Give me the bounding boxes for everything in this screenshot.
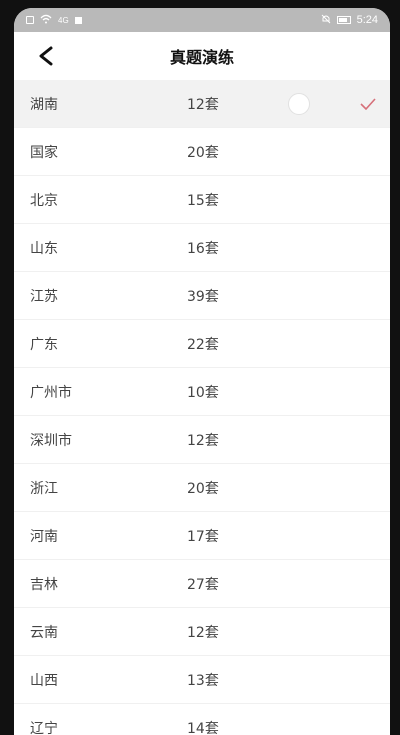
phone-screen: 4G 5:24 真题演练 湖南 12套 国家 20套 北京 15套 山东 16套 江苏 39套 广东…	[14, 8, 390, 735]
region-name: 浙江	[30, 480, 58, 497]
region-name: 云南	[30, 624, 58, 641]
signal-text: 4G	[58, 15, 69, 25]
back-button[interactable]	[26, 38, 66, 74]
set-count: 12套	[187, 96, 219, 113]
region-list: 湖南 12套 国家 20套 北京 15套 山东 16套 江苏 39套 广东 22套 广州市 10套 深圳市 1…	[14, 80, 390, 735]
notification-icon	[74, 16, 82, 24]
radio-button[interactable]	[288, 93, 310, 115]
set-count: 20套	[187, 144, 219, 161]
set-count: 12套	[187, 624, 219, 641]
list-item[interactable]: 深圳市 12套	[14, 416, 390, 464]
list-item[interactable]: 湖南 12套	[14, 80, 390, 128]
status-bar: 4G 5:24	[14, 8, 390, 32]
region-name: 江苏	[30, 288, 58, 305]
set-count: 13套	[187, 672, 219, 689]
region-name: 广东	[30, 336, 58, 353]
list-item[interactable]: 山西 13套	[14, 656, 390, 704]
battery-icon	[336, 16, 351, 24]
set-count: 27套	[187, 576, 219, 593]
set-count: 20套	[187, 480, 219, 497]
region-name: 河南	[30, 528, 58, 545]
list-item[interactable]: 北京 15套	[14, 176, 390, 224]
region-name: 山东	[30, 240, 58, 257]
region-name: 山西	[30, 672, 58, 689]
region-name: 国家	[30, 144, 58, 161]
status-left: 4G	[26, 14, 82, 27]
set-count: 39套	[187, 288, 219, 305]
wifi-icon	[40, 14, 52, 27]
set-count: 14套	[187, 720, 219, 735]
set-count: 17套	[187, 528, 219, 545]
list-item[interactable]: 云南 12套	[14, 608, 390, 656]
nav-bar: 真题演练	[14, 32, 390, 80]
set-count: 16套	[187, 240, 219, 257]
set-count: 22套	[187, 336, 219, 353]
list-item[interactable]: 河南 17套	[14, 512, 390, 560]
set-count: 15套	[187, 192, 219, 209]
status-time: 5:24	[356, 14, 378, 26]
list-item[interactable]: 浙江 20套	[14, 464, 390, 512]
region-name: 北京	[30, 192, 58, 209]
list-item[interactable]: 广东 22套	[14, 320, 390, 368]
mute-icon	[321, 14, 331, 27]
set-count: 12套	[187, 432, 219, 449]
list-item[interactable]: 吉林 27套	[14, 560, 390, 608]
sim-icon	[26, 16, 34, 24]
region-name: 湖南	[30, 96, 58, 113]
status-right: 5:24	[321, 14, 378, 27]
list-item[interactable]: 国家 20套	[14, 128, 390, 176]
region-name: 广州市	[30, 384, 72, 401]
list-item[interactable]: 辽宁 14套	[14, 704, 390, 735]
region-name: 深圳市	[30, 432, 72, 449]
back-icon	[39, 46, 53, 66]
list-item[interactable]: 江苏 39套	[14, 272, 390, 320]
region-name: 吉林	[30, 576, 58, 593]
set-count: 10套	[187, 384, 219, 401]
region-name: 辽宁	[30, 720, 58, 735]
list-item[interactable]: 广州市 10套	[14, 368, 390, 416]
list-item[interactable]: 山东 16套	[14, 224, 390, 272]
checkmark-icon	[360, 98, 376, 110]
page-title: 真题演练	[169, 48, 234, 67]
